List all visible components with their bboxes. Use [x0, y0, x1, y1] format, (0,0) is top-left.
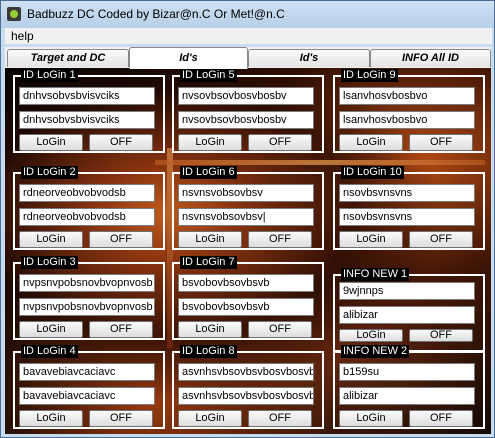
off-button[interactable]: OFF	[248, 321, 312, 338]
background-streak	[155, 160, 485, 165]
login-button[interactable]: LoGin	[178, 410, 242, 427]
login-button[interactable]: LoGin	[339, 231, 403, 248]
tab-ids-1[interactable]: Id's	[129, 47, 248, 69]
group-title: INFO NEW 2	[341, 345, 410, 358]
group-title: ID LoGin 7	[180, 256, 237, 269]
id-field[interactable]: nvpsnvpobsnovbvopnvosb	[19, 274, 155, 292]
info-field[interactable]: b159su	[339, 363, 475, 381]
app-window: Badbuzz DC Coded by Bizar@n.C Or Met!@n.…	[0, 0, 495, 438]
group-title: ID LoGin 8	[180, 345, 237, 358]
login-button[interactable]: LoGin	[178, 321, 242, 338]
off-button[interactable]: OFF	[409, 231, 473, 248]
password-field[interactable]: dnhvsobvsbvisvciks	[19, 111, 155, 129]
info-group-2: INFO NEW 2 b159su alibizar LoGin OFF	[333, 345, 485, 429]
group-title: ID LoGin 3	[21, 256, 78, 269]
id-field[interactable]: nsovbsvnsvns	[339, 184, 475, 202]
info-field[interactable]: alibizar	[339, 387, 475, 405]
id-field[interactable]: dnhvsobvsbvisvciks	[19, 87, 155, 105]
title-bar[interactable]: Badbuzz DC Coded by Bizar@n.C Or Met!@n.…	[1, 1, 494, 28]
login-button[interactable]: LoGin	[178, 231, 242, 248]
id-field[interactable]: lsanvhosvbosbvo	[339, 87, 475, 105]
id-field[interactable]: nsvnsvobsovbsv	[178, 184, 314, 202]
login-group-3: ID LoGin 3 nvpsnvpobsnovbvopnvosb nvpsnv…	[13, 256, 165, 340]
menu-bar: help	[5, 28, 492, 44]
off-button[interactable]: OFF	[89, 231, 153, 248]
login-group-1: ID LoGin 1 dnhvsobvsbvisvciks dnhvsobvsb…	[13, 69, 165, 153]
password-field[interactable]: nvpsnvpobsnovbvopnvosb	[19, 298, 155, 316]
id-field[interactable]: nvsovbsovbosvbosbv	[178, 87, 314, 105]
tab-content: ID LoGin 1 dnhvsobvsbvisvciks dnhvsobvsb…	[5, 68, 491, 434]
window-title: Badbuzz DC Coded by Bizar@n.C Or Met!@n.…	[27, 7, 285, 21]
menu-help[interactable]: help	[11, 29, 34, 43]
login-button[interactable]: LoGin	[19, 321, 83, 338]
login-group-4: ID LoGin 4 bavavebiavcaciavc bavavebiavc…	[13, 345, 165, 429]
off-button[interactable]: OFF	[248, 410, 312, 427]
password-field[interactable]: nsvnsvobsovbsv|	[178, 208, 314, 226]
group-title: ID LoGin 5	[180, 69, 237, 82]
app-icon	[7, 7, 21, 21]
group-title: ID LoGin 10	[341, 166, 404, 179]
id-field[interactable]: asvnhsvbsovbsvbosvbosvbv	[178, 363, 314, 381]
password-field[interactable]: nvsovbsovbosvbosbv	[178, 111, 314, 129]
tab-ids-2[interactable]: Id's	[248, 49, 370, 67]
group-title: ID LoGin 6	[180, 166, 237, 179]
off-button[interactable]: OFF	[89, 410, 153, 427]
off-button[interactable]: OFF	[89, 134, 153, 151]
off-button[interactable]: OFF	[248, 134, 312, 151]
password-field[interactable]: lsanvhosvbosbvo	[339, 111, 475, 129]
password-field[interactable]: bavavebiavcaciavc	[19, 387, 155, 405]
id-field[interactable]: bavavebiavcaciavc	[19, 363, 155, 381]
info-field[interactable]: 9wjnnps	[339, 282, 475, 300]
login-button[interactable]: LoGin	[339, 410, 403, 427]
group-title: ID LoGin 2	[21, 166, 78, 179]
tab-info-all-id[interactable]: INFO All ID	[370, 49, 491, 67]
login-button[interactable]: LoGin	[339, 134, 403, 151]
login-group-10: ID LoGin 10 nsovbsvnsvns nsovbsvnsvns Lo…	[333, 166, 485, 250]
group-title: ID LoGin 9	[341, 69, 398, 82]
info-group-1: INFO NEW 1 9wjnnps alibizar LoGin OFF	[333, 268, 485, 352]
off-button[interactable]: OFF	[248, 231, 312, 248]
login-group-6: ID LoGin 6 nsvnsvobsovbsv nsvnsvobsovbsv…	[172, 166, 324, 250]
off-button[interactable]: OFF	[409, 329, 473, 342]
tab-strip: Target and DC Id's Id's INFO All ID	[5, 47, 491, 69]
id-field[interactable]: bsvobovbsovbsvb	[178, 274, 314, 292]
group-title: ID LoGin 1	[21, 69, 78, 82]
password-field[interactable]: rdneorveobvobvodsb	[19, 208, 155, 226]
password-field[interactable]: asvnhsvbsovbsvbosvbosvbv	[178, 387, 314, 405]
info-field[interactable]: alibizar	[339, 306, 475, 324]
id-field[interactable]: rdneorveobvobvodsb	[19, 184, 155, 202]
login-group-9: ID LoGin 9 lsanvhosvbosbvo lsanvhosvbosb…	[333, 69, 485, 153]
password-field[interactable]: nsovbsvnsvns	[339, 208, 475, 226]
group-title: ID LoGin 4	[21, 345, 78, 358]
off-button[interactable]: OFF	[409, 410, 473, 427]
login-group-7: ID LoGin 7 bsvobovbsovbsvb bsvobovbsovbs…	[172, 256, 324, 340]
login-button[interactable]: LoGin	[178, 134, 242, 151]
login-group-2: ID LoGin 2 rdneorveobvobvodsb rdneorveob…	[13, 166, 165, 250]
tab-target-and-dc[interactable]: Target and DC	[7, 49, 129, 67]
login-button[interactable]: LoGin	[19, 410, 83, 427]
off-button[interactable]: OFF	[409, 134, 473, 151]
password-field[interactable]: bsvobovbsovbsvb	[178, 298, 314, 316]
login-group-5: ID LoGin 5 nvsovbsovbosvbosbv nvsovbsovb…	[172, 69, 324, 153]
login-button[interactable]: LoGin	[19, 231, 83, 248]
login-group-8: ID LoGin 8 asvnhsvbsovbsvbosvbosvbv asvn…	[172, 345, 324, 429]
group-title: INFO NEW 1	[341, 268, 410, 281]
login-button[interactable]: LoGin	[19, 134, 83, 151]
login-button[interactable]: LoGin	[339, 329, 403, 342]
off-button[interactable]: OFF	[89, 321, 153, 338]
